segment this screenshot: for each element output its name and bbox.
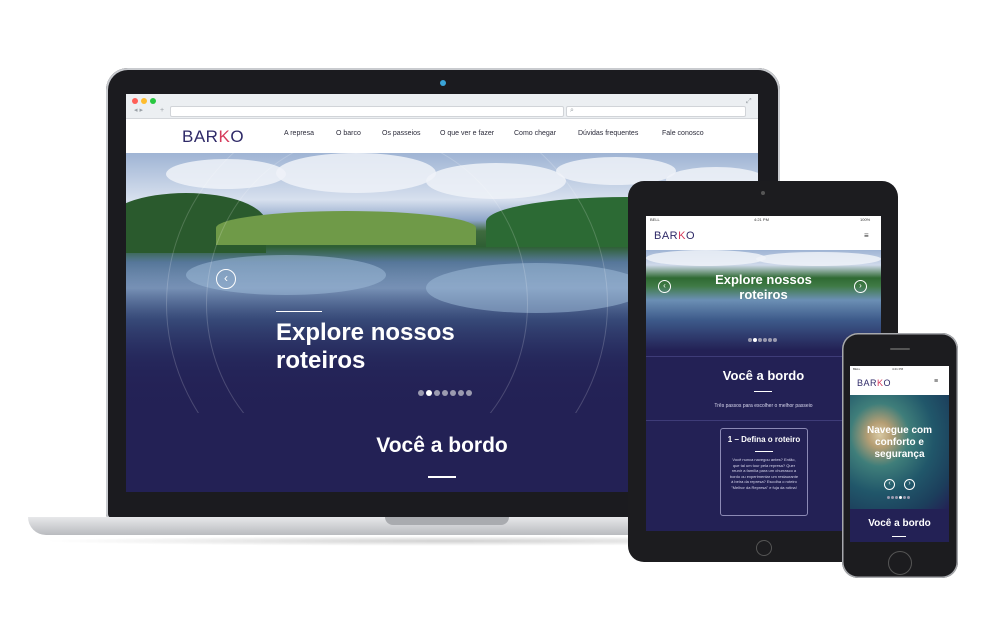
new-tab-plus-icon[interactable]: + (160, 106, 164, 115)
tablet-hero-title: Explore nossos roteiros (696, 272, 831, 302)
phone-screen: BELL 4:21 PM BARKO ≡ Navegue com confort… (850, 366, 949, 542)
carousel-next-button[interactable]: › (854, 280, 867, 293)
logo[interactable]: BARKO (182, 127, 244, 147)
hero-title-line2: roteiros (739, 287, 788, 302)
step-card[interactable]: 1 – Defina o roteiro Você nunca navegou … (720, 428, 808, 516)
nav-item-o-barco[interactable]: O barco (336, 130, 361, 137)
phone-hero: Navegue com conforto e segurança ‹ › (850, 395, 949, 509)
carousel-prev-button[interactable]: ‹ (884, 479, 895, 490)
close-dot-icon[interactable] (132, 98, 138, 104)
browser-chrome: ◂ ▸ + ⌕ ⤢ (126, 94, 758, 119)
address-bar[interactable] (170, 106, 564, 117)
phone-status-bar: BELL 4:21 PM (850, 366, 949, 373)
tablet-camera (761, 191, 765, 195)
nav-item-duvidas[interactable]: Dúvidas frequentes (578, 130, 638, 137)
carousel-next-button[interactable]: › (904, 479, 915, 490)
carousel-bullet[interactable] (907, 496, 910, 499)
site-header: BARKO A represa O barco Os passeios O qu… (126, 119, 758, 153)
maximize-dot-icon[interactable] (150, 98, 156, 104)
phone-speaker (890, 348, 910, 350)
minimize-dot-icon[interactable] (141, 98, 147, 104)
nav-item-os-passeios[interactable]: Os passeios (382, 130, 421, 137)
cloud (646, 250, 766, 266)
carousel-bullet[interactable] (768, 338, 772, 342)
time-label: 4:21 PM (892, 367, 904, 371)
carousel-bullet[interactable] (903, 496, 906, 499)
section-underline (754, 391, 772, 392)
fullscreen-icon[interactable]: ⤢ (746, 97, 752, 106)
carousel-prev-button[interactable]: ‹ (658, 280, 671, 293)
logo-text: BAR (654, 230, 679, 242)
tablet-status-bar: BELL 4:21 PM 100% (646, 216, 881, 224)
time-label: 4:21 PM (754, 217, 769, 222)
carousel-bullet-active[interactable] (753, 338, 757, 342)
carousel-bullet[interactable] (418, 390, 424, 396)
nav-item-a-represa[interactable]: A represa (284, 130, 314, 137)
section-underline (892, 536, 906, 537)
tablet-logo[interactable]: BARKO (654, 230, 695, 242)
battery-label: 100% (860, 217, 871, 222)
carousel-bullet[interactable] (887, 496, 890, 499)
logo-text: BAR (857, 378, 878, 388)
tablet-hero: Explore nossos roteiros ‹ › (646, 250, 881, 350)
logo-text-end: O (685, 230, 696, 242)
carousel-bullet[interactable] (434, 390, 440, 396)
phone-logo[interactable]: BARKO (857, 378, 891, 388)
nav-item-o-que-ver[interactable]: O que ver e fazer (440, 130, 494, 137)
search-icon: ⌕ (570, 107, 574, 114)
laptop-notch (385, 517, 509, 525)
carousel-bullet[interactable] (891, 496, 894, 499)
phone-section-title: Você a bordo (868, 518, 931, 529)
back-arrow-icon[interactable]: ◂ ▸ (134, 106, 143, 115)
carousel-bullets (418, 390, 472, 396)
logo-text-end: O (883, 378, 892, 388)
hamburger-icon[interactable]: ≡ (864, 231, 869, 240)
step-card-title: 1 – Defina o roteiro (727, 435, 801, 444)
phone-hero-title: Navegue com conforto e segurança (866, 425, 933, 460)
carousel-bullet[interactable] (763, 338, 767, 342)
hero-title-rule (276, 311, 322, 312)
laptop-camera (440, 80, 446, 86)
nav-item-fale-conosco[interactable]: Fale conosco (662, 130, 704, 137)
carousel-bullet[interactable] (458, 390, 464, 396)
tablet-home-button[interactable] (756, 540, 772, 556)
logo-text: BAR (182, 127, 219, 146)
cloud (756, 252, 881, 266)
carousel-bullet[interactable] (450, 390, 456, 396)
card-underline (755, 451, 773, 452)
carousel-prev-button[interactable]: ‹ (216, 269, 236, 289)
carousel-bullets (748, 338, 777, 342)
carousel-bullet[interactable] (773, 338, 777, 342)
carousel-bullet[interactable] (758, 338, 762, 342)
carousel-bullets (887, 496, 910, 499)
carousel-bullet[interactable] (442, 390, 448, 396)
carousel-bullet[interactable] (895, 496, 898, 499)
carousel-bullet-active[interactable] (899, 496, 902, 499)
carrier-label: BELL (650, 217, 660, 222)
carrier-label: BELL (853, 367, 861, 371)
phone-header: BARKO ≡ (850, 373, 949, 395)
carousel-bullet[interactable] (466, 390, 472, 396)
carousel-bullet[interactable] (748, 338, 752, 342)
logo-accent: K (218, 127, 231, 146)
hero-title-line1: Explore nossos (715, 272, 812, 287)
hamburger-icon[interactable]: ≡ (934, 378, 938, 385)
hero-title: Explore nossos roteiros (276, 319, 536, 375)
hero-title-line1: Explore nossos (276, 319, 455, 346)
logo-accent: K (678, 230, 686, 242)
tablet-header: BARKO ≡ (646, 224, 881, 250)
nav-item-como-chegar[interactable]: Como chegar (514, 130, 556, 137)
hero-title-line2: roteiros (276, 347, 366, 374)
logo-text-end: O (230, 127, 245, 146)
carousel-bullet-active[interactable] (426, 390, 432, 396)
step-card-text: Você nunca navegou antes? Então, que tal… (729, 457, 799, 490)
section-underline (428, 476, 456, 478)
phone-home-button[interactable] (888, 551, 912, 575)
browser-search-field[interactable] (566, 106, 746, 117)
